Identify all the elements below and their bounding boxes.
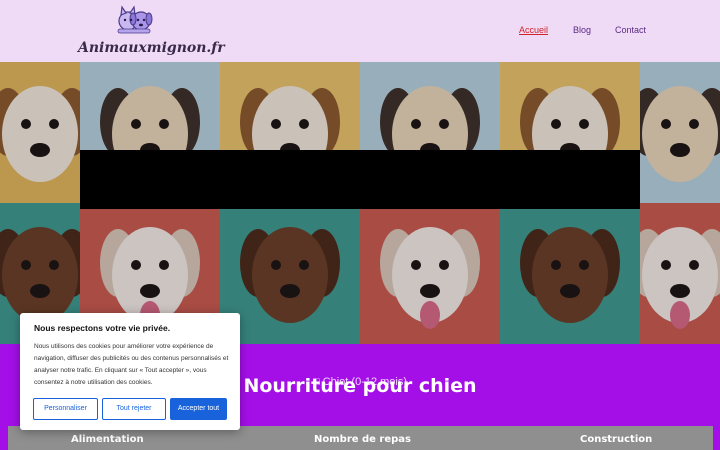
- hero-banner: [80, 150, 640, 209]
- nav-link-accueil[interactable]: Accueil: [519, 25, 548, 35]
- customize-button[interactable]: Personnaliser: [33, 398, 98, 420]
- site-header: Animauxmignon.fr Accueil Blog Contact: [0, 0, 720, 62]
- nav-link-blog[interactable]: Blog: [573, 25, 591, 35]
- main-nav: Accueil Blog Contact: [0, 25, 720, 39]
- table-header-alimentation: Alimentation: [71, 434, 144, 445]
- cookie-consent-dialog: Nous respectons votre vie privée. Nous u…: [20, 313, 240, 430]
- logo-text: Animauxmignon.fr: [78, 40, 225, 56]
- accept-all-button[interactable]: Accepter tout: [170, 398, 227, 420]
- hero-dog-mosaic: [0, 62, 720, 344]
- nav-link-contact[interactable]: Contact: [615, 25, 646, 35]
- reject-all-button[interactable]: Tout rejeter: [102, 398, 166, 420]
- cookie-title: Nous respectons votre vie privée.: [34, 323, 171, 333]
- table-header-repas: Nombre de repas: [314, 434, 412, 445]
- cookie-text: Nous utilisons des cookies pour améliore…: [34, 343, 229, 386]
- table-header-construction: Construction: [580, 434, 653, 445]
